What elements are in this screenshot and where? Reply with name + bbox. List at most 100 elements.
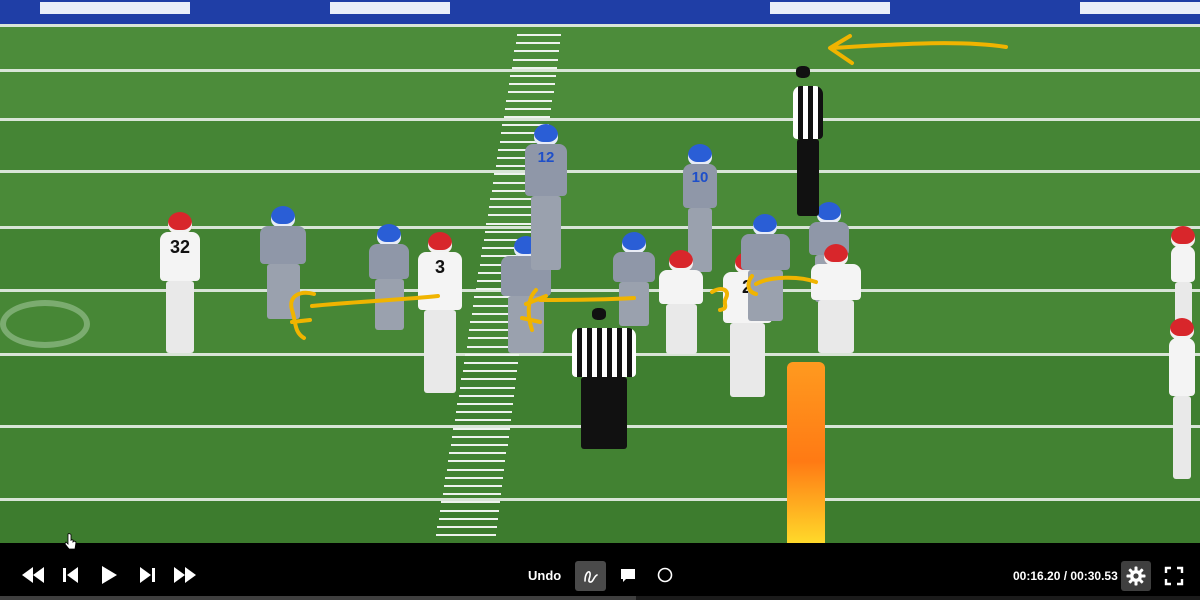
jersey-number: 12 <box>537 149 555 166</box>
hash-mark <box>517 34 561 36</box>
comment-tool-button[interactable] <box>618 566 638 584</box>
hash-mark <box>435 534 496 537</box>
helmet <box>1170 318 1194 340</box>
undo-button[interactable]: Undo <box>528 568 561 583</box>
legs <box>1173 395 1191 480</box>
hash-mark <box>449 452 507 455</box>
hash-mark <box>513 58 558 61</box>
hash-mark <box>447 460 506 463</box>
hash-mark <box>457 403 513 405</box>
official-shirt <box>792 86 824 140</box>
step-forward-icon <box>140 567 155 583</box>
legs <box>166 281 194 353</box>
jersey <box>1169 338 1195 396</box>
helmet <box>688 144 712 166</box>
hash-mark <box>451 435 509 438</box>
kentucky-player <box>730 214 800 322</box>
hash-mark <box>453 427 510 430</box>
hash-mark <box>450 444 508 446</box>
fullscreen-icon <box>1164 566 1184 586</box>
field-logo <box>0 300 90 348</box>
settings-button[interactable] <box>1121 561 1151 591</box>
pen-squiggle-icon <box>583 571 598 583</box>
hash-mark <box>465 353 520 356</box>
georgia-player <box>650 250 712 354</box>
stadium-banner <box>0 0 1200 24</box>
kentucky-player: 12 <box>516 124 576 271</box>
legs <box>266 264 300 319</box>
circle-icon <box>657 567 673 583</box>
gear-icon <box>1126 566 1146 586</box>
video-frame[interactable]: 32 3 12 10 2 <box>0 0 1200 543</box>
hash-mark <box>438 517 498 520</box>
yard-line <box>0 170 1200 173</box>
yard-line <box>0 118 1200 121</box>
play-icon <box>102 566 117 584</box>
hash-mark <box>445 476 504 479</box>
jersey-number: 32 <box>169 237 191 257</box>
helmet <box>168 212 192 234</box>
georgia-player <box>1164 318 1200 480</box>
draw-tool-button[interactable] <box>575 561 606 591</box>
official <box>786 66 830 217</box>
hash-mark <box>514 50 559 53</box>
jersey-number: 3 <box>434 257 445 277</box>
jersey <box>1171 246 1195 283</box>
legs <box>747 269 783 322</box>
helmet <box>824 244 848 266</box>
legs <box>531 195 561 271</box>
jersey-number: 10 <box>691 169 709 186</box>
helmet <box>1171 226 1195 248</box>
progress-bar[interactable] <box>0 596 1200 600</box>
legs <box>374 278 404 330</box>
play-button[interactable] <box>99 565 119 585</box>
jersey <box>740 234 790 270</box>
georgia-player: 3 <box>408 232 472 394</box>
yard-line <box>0 69 1200 72</box>
georgia-player: 32 <box>152 212 208 353</box>
official-cap <box>796 66 810 78</box>
kentucky-player <box>250 206 316 319</box>
legs <box>797 139 819 217</box>
legs <box>581 377 627 449</box>
helmet <box>271 206 295 228</box>
rewind-icon <box>22 567 44 583</box>
official <box>558 308 650 449</box>
hash-mark <box>510 75 556 77</box>
hash-mark <box>509 83 555 86</box>
helmet <box>669 250 693 272</box>
legs <box>424 309 456 394</box>
legs <box>665 304 697 354</box>
step-back-button[interactable] <box>61 566 81 584</box>
timecode: 00:16.20 / 00:30.53 <box>1013 569 1118 583</box>
hash-mark <box>459 386 515 389</box>
fullscreen-button[interactable] <box>1163 565 1185 587</box>
fast-forward-button[interactable] <box>172 566 198 584</box>
yard-line <box>0 24 1200 27</box>
hash-mark <box>503 116 551 118</box>
hash-mark <box>443 485 503 487</box>
step-forward-button[interactable] <box>137 566 157 584</box>
jersey <box>368 244 410 279</box>
hash-mark <box>515 42 560 45</box>
helmet <box>534 124 558 146</box>
comment-icon <box>621 568 635 582</box>
official-cap <box>592 308 606 320</box>
current-time: 00:16.20 <box>1013 569 1061 583</box>
fast-forward-icon <box>174 567 196 583</box>
circle-tool-button[interactable] <box>655 566 675 584</box>
georgia-player <box>1166 226 1200 336</box>
georgia-player <box>800 244 872 354</box>
end-zone-pylon <box>787 362 825 543</box>
jersey <box>810 264 862 301</box>
legs <box>729 322 765 397</box>
hash-mark <box>437 526 497 528</box>
rewind-button[interactable] <box>20 566 46 584</box>
hash-mark <box>506 99 553 102</box>
hash-mark <box>455 411 512 414</box>
jersey <box>659 270 703 305</box>
hash-mark <box>507 91 554 94</box>
helmet <box>753 214 777 236</box>
hash-mark <box>441 501 501 504</box>
helmet <box>377 224 401 246</box>
